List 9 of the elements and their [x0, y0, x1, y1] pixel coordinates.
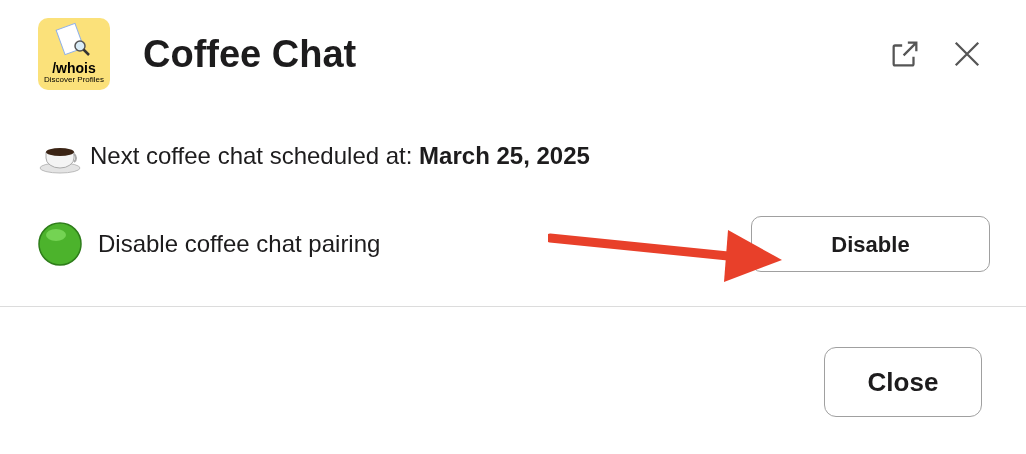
window-title: Coffee Chat: [143, 31, 358, 77]
logo-tagline: Discover Profiles: [44, 76, 104, 84]
status-dot-icon: [38, 222, 82, 266]
close-button[interactable]: Close: [824, 347, 982, 417]
schedule-text: Next coffee chat scheduled at: March 25, 2025: [90, 141, 590, 171]
close-icon[interactable]: [952, 39, 982, 69]
disable-button[interactable]: Disable: [751, 216, 990, 272]
logo-name: /whois: [52, 61, 96, 75]
pairing-label: Disable coffee chat pairing: [98, 229, 382, 259]
